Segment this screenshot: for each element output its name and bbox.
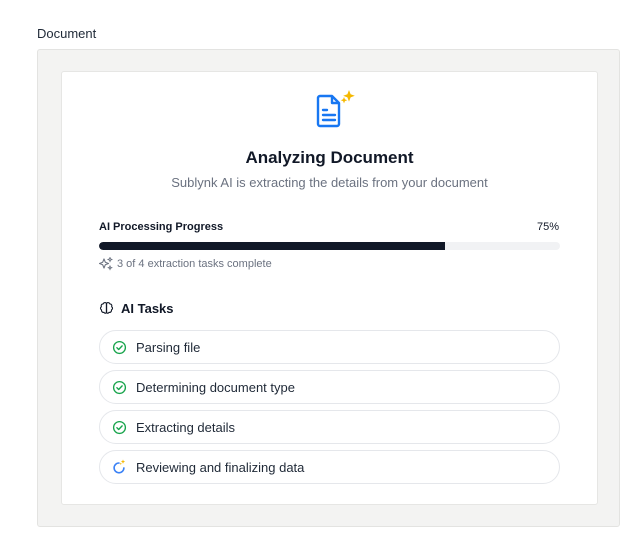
check-circle-icon (111, 419, 127, 435)
task-label: Determining document type (136, 379, 295, 395)
task-item-parsing: Parsing file (99, 330, 560, 364)
task-item-document-type: Determining document type (99, 370, 560, 404)
tasks-heading-label: AI Tasks (121, 301, 174, 316)
document-panel: Analyzing Document Sublynk AI is extract… (37, 49, 620, 527)
task-label: Parsing file (136, 339, 201, 355)
tasks-heading: AI Tasks (99, 301, 174, 316)
task-item-reviewing: Reviewing and finalizing data (99, 450, 560, 484)
progress-status-text: 3 of 4 extraction tasks complete (117, 258, 272, 270)
progress-label: AI Processing Progress (99, 221, 224, 233)
analysis-card: Analyzing Document Sublynk AI is extract… (61, 71, 598, 505)
document-sparkle-icon (312, 90, 360, 130)
progress-percent: 75% (536, 221, 559, 233)
task-label: Extracting details (136, 419, 235, 435)
progress-bar (99, 242, 560, 250)
task-label: Reviewing and finalizing data (136, 459, 305, 475)
task-item-extracting: Extracting details (99, 410, 560, 444)
progress-status: 3 of 4 extraction tasks complete (99, 257, 272, 271)
brain-icon (99, 301, 114, 316)
check-circle-icon (111, 339, 127, 355)
page-title: Analyzing Document (245, 148, 414, 167)
sparkle-icon (99, 257, 113, 271)
check-circle-icon (111, 379, 127, 395)
spinner-sparkle-icon (111, 459, 127, 475)
page-subtitle: Sublynk AI is extracting the details fro… (171, 175, 488, 190)
progress-bar-fill (99, 242, 445, 250)
section-label: Document (37, 26, 97, 41)
